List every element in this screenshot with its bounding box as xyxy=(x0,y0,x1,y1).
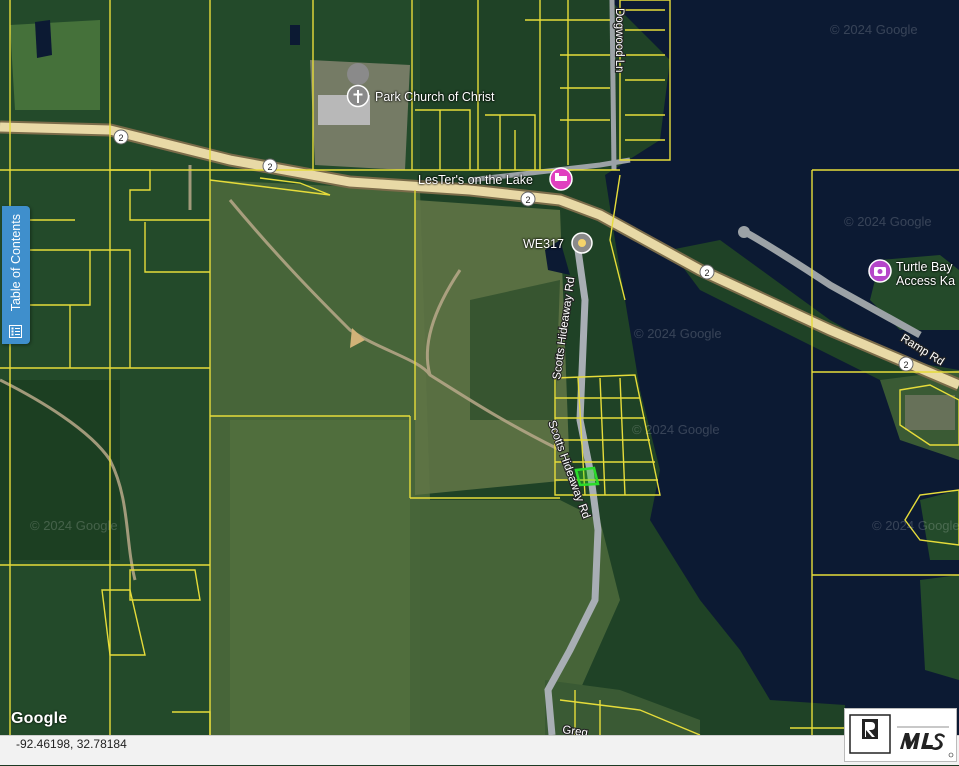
road-label-dogwood-ln: Dogwood Ln xyxy=(613,8,625,73)
poi-label-lesters-on-the-lake[interactable]: LesTer's on the Lake xyxy=(418,173,533,187)
map-copyright: © 2024 Google xyxy=(844,214,932,229)
route-shield: 2 xyxy=(898,356,914,372)
svg-text:2: 2 xyxy=(704,268,709,278)
table-of-contents-tab[interactable]: Table of Contents xyxy=(2,206,30,344)
map-copyright: © 2024 Google xyxy=(830,22,918,37)
list-icon xyxy=(9,325,22,338)
map-canvas[interactable]: 2 2 2 2 2 Dogwood Ln Scotts Hideaway Rd … xyxy=(0,0,959,735)
map-copyright: © 2024 Google xyxy=(872,518,959,533)
coordinate-readout: -92.46198, 32.78184 xyxy=(16,737,127,751)
svg-text:2: 2 xyxy=(903,360,908,370)
pin-icon[interactable] xyxy=(571,232,593,254)
map-copyright: © 2024 Google xyxy=(634,326,722,341)
map-copyright: © 2024 Google xyxy=(632,422,720,437)
svg-text:2: 2 xyxy=(118,133,123,143)
route-shield: 2 xyxy=(262,158,278,174)
table-of-contents-label: Table of Contents xyxy=(9,214,23,312)
status-bar: -92.46198, 32.78184 xyxy=(0,735,959,765)
route-shield: 2 xyxy=(520,191,536,207)
realtor-mls-logo-graphic xyxy=(849,714,954,758)
map-copyright: © 2024 Google xyxy=(30,518,118,533)
poi-label-turtle-bay-access[interactable]: Turtle Bay Access Ka xyxy=(896,260,959,290)
svg-text:2: 2 xyxy=(525,195,530,205)
svg-text:2: 2 xyxy=(267,162,272,172)
poi-label-park-church-of-christ[interactable]: Park Church of Christ xyxy=(375,90,494,104)
camera-icon[interactable] xyxy=(868,259,892,283)
poi-label-we317[interactable]: WE317 xyxy=(523,237,564,251)
route-shield: 2 xyxy=(699,264,715,280)
realtor-mls-logo xyxy=(844,708,957,762)
google-logo: Google xyxy=(11,710,68,727)
hotel-icon[interactable] xyxy=(549,167,573,191)
route-shield: 2 xyxy=(113,129,129,145)
